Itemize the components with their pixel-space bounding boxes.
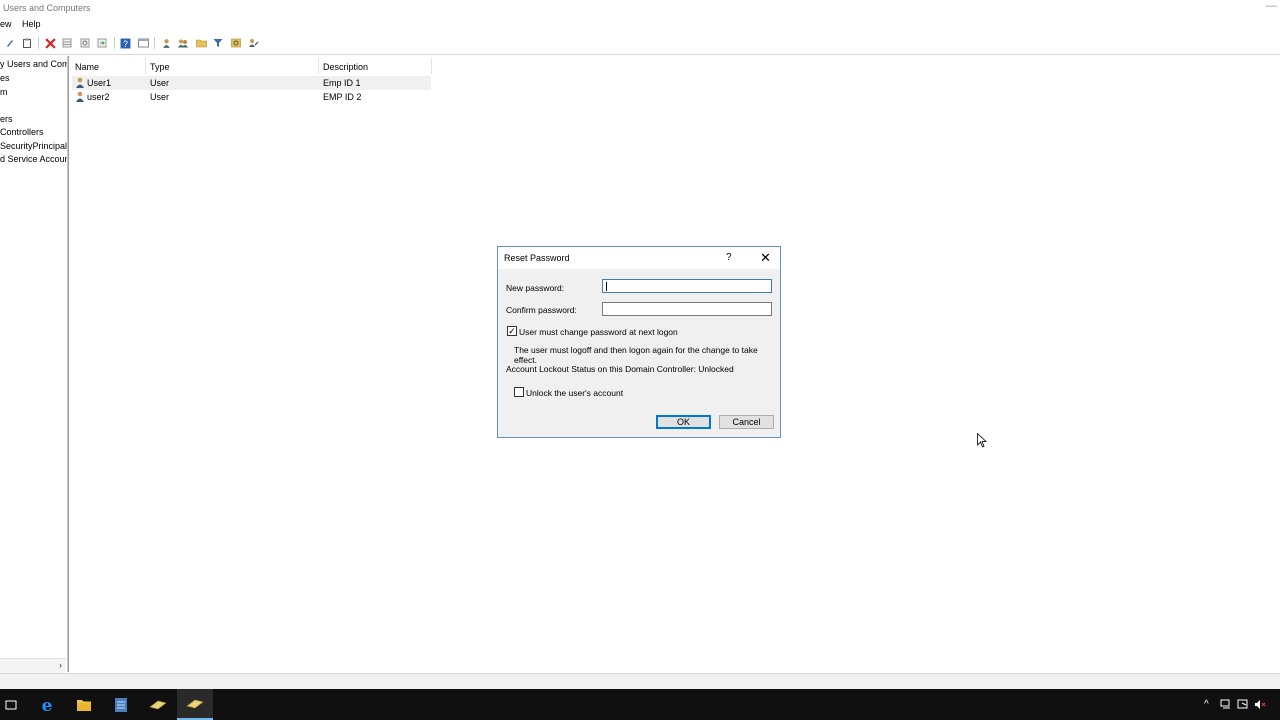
help-button[interactable]: ? xyxy=(726,252,732,263)
column-header-type[interactable]: Type xyxy=(150,60,170,74)
network-icon[interactable] xyxy=(1220,699,1232,712)
column-separator[interactable] xyxy=(145,58,146,74)
scroll-right-arrow-icon[interactable]: › xyxy=(59,660,62,670)
filter-icon[interactable] xyxy=(212,37,224,49)
menu-bar xyxy=(0,18,1280,34)
window-title: Users and Computers xyxy=(3,3,91,13)
text-caret xyxy=(606,282,607,291)
user-icon xyxy=(75,77,85,89)
close-button[interactable]: ✕ xyxy=(760,250,771,266)
export-icon[interactable] xyxy=(96,37,108,49)
menu-view[interactable]: ew xyxy=(0,19,12,29)
ad-users-computers-icon[interactable] xyxy=(140,689,176,720)
svg-text:e: e xyxy=(42,696,53,714)
tree-horizontal-scrollbar[interactable]: › xyxy=(0,658,66,673)
svg-text:?: ? xyxy=(123,38,128,48)
new-password-label: New password: xyxy=(506,283,565,293)
tree-item[interactable]: es xyxy=(0,73,10,83)
table-row[interactable]: User1 User Emp ID 1 xyxy=(72,76,431,90)
cell-description: Emp ID 1 xyxy=(323,78,361,88)
task-view-icon[interactable] xyxy=(0,689,22,720)
delegate-icon[interactable] xyxy=(247,37,259,49)
lockout-status: Account Lockout Status on this Domain Co… xyxy=(506,364,734,374)
user-icon xyxy=(75,91,85,103)
internet-explorer-icon[interactable]: e xyxy=(29,689,65,720)
refresh-icon[interactable] xyxy=(79,37,91,49)
window-titlebar xyxy=(0,0,1280,18)
reset-password-dialog: Reset Password ? ✕ New password: Confirm… xyxy=(497,246,781,438)
cell-name: user2 xyxy=(87,92,110,102)
add-group-icon[interactable] xyxy=(177,37,189,49)
properties-icon[interactable] xyxy=(4,37,16,49)
add-user-icon[interactable] xyxy=(160,37,172,49)
minimize-button[interactable]: — xyxy=(1266,0,1277,12)
confirm-password-input[interactable] xyxy=(602,302,772,316)
add-ou-icon[interactable] xyxy=(195,37,207,49)
pane-splitter[interactable] xyxy=(68,56,69,672)
volume-muted-icon[interactable] xyxy=(1254,699,1266,712)
column-separator[interactable] xyxy=(431,58,432,74)
tree-item-managed-service-accounts[interactable]: d Service Accoun xyxy=(0,154,67,164)
server-manager-icon[interactable] xyxy=(103,689,139,720)
unlock-account-checkbox[interactable] xyxy=(514,387,524,397)
show-hidden-icons-chevron-icon[interactable]: ^ xyxy=(1204,699,1209,710)
must-change-label[interactable]: User must change password at next logon xyxy=(519,327,678,337)
confirm-password-label: Confirm password: xyxy=(506,305,577,315)
delete-icon[interactable] xyxy=(44,37,56,49)
cancel-button[interactable]: Cancel xyxy=(719,415,774,429)
file-explorer-icon[interactable] xyxy=(66,689,102,720)
column-header-description[interactable]: Description xyxy=(323,60,368,74)
help-icon[interactable]: ? xyxy=(119,37,131,49)
toolbar-separator xyxy=(114,37,115,49)
ad-users-computers-active-icon[interactable] xyxy=(177,689,213,720)
must-change-checkbox[interactable]: ✓ xyxy=(507,326,517,336)
unlock-account-label[interactable]: Unlock the user's account xyxy=(526,388,623,398)
cell-type: User xyxy=(150,78,170,88)
tree-item-domain-controllers[interactable]: Controllers xyxy=(0,127,44,137)
toolbar-separator xyxy=(154,37,155,49)
status-bar xyxy=(0,673,1280,690)
mouse-cursor-icon xyxy=(977,432,988,450)
info-text: The user must logoff and then logon agai… xyxy=(514,345,758,365)
cell-description: EMP ID 2 xyxy=(323,92,362,102)
column-separator[interactable] xyxy=(318,58,319,74)
tree-item[interactable]: ers xyxy=(0,114,13,124)
cell-name: User1 xyxy=(87,78,112,88)
cell-type: User xyxy=(150,92,170,102)
tree-item-foreign-security-principals[interactable]: SecurityPrincipals xyxy=(0,141,67,151)
toolbar-separator xyxy=(38,37,39,49)
tree-item[interactable]: m xyxy=(0,87,8,97)
new-password-input[interactable] xyxy=(602,279,772,293)
action-center-icon[interactable] xyxy=(1237,699,1249,712)
grid-icon[interactable] xyxy=(61,37,73,49)
clipboard-icon[interactable] xyxy=(21,37,33,49)
find-icon[interactable] xyxy=(230,37,242,49)
toolbar-border xyxy=(0,54,1280,55)
toolbar xyxy=(0,35,1280,53)
dialog-title: Reset Password xyxy=(504,253,570,263)
menu-help[interactable]: Help xyxy=(22,19,41,29)
column-header-name[interactable]: Name xyxy=(75,60,99,74)
tree-item-root[interactable]: y Users and Com xyxy=(0,59,67,69)
console-icon[interactable] xyxy=(137,37,149,49)
tree-pane: y Users and Com es m ers Controllers Sec… xyxy=(0,56,68,672)
ok-button[interactable]: OK xyxy=(656,415,711,429)
table-row[interactable]: user2 User EMP ID 2 xyxy=(72,90,431,104)
